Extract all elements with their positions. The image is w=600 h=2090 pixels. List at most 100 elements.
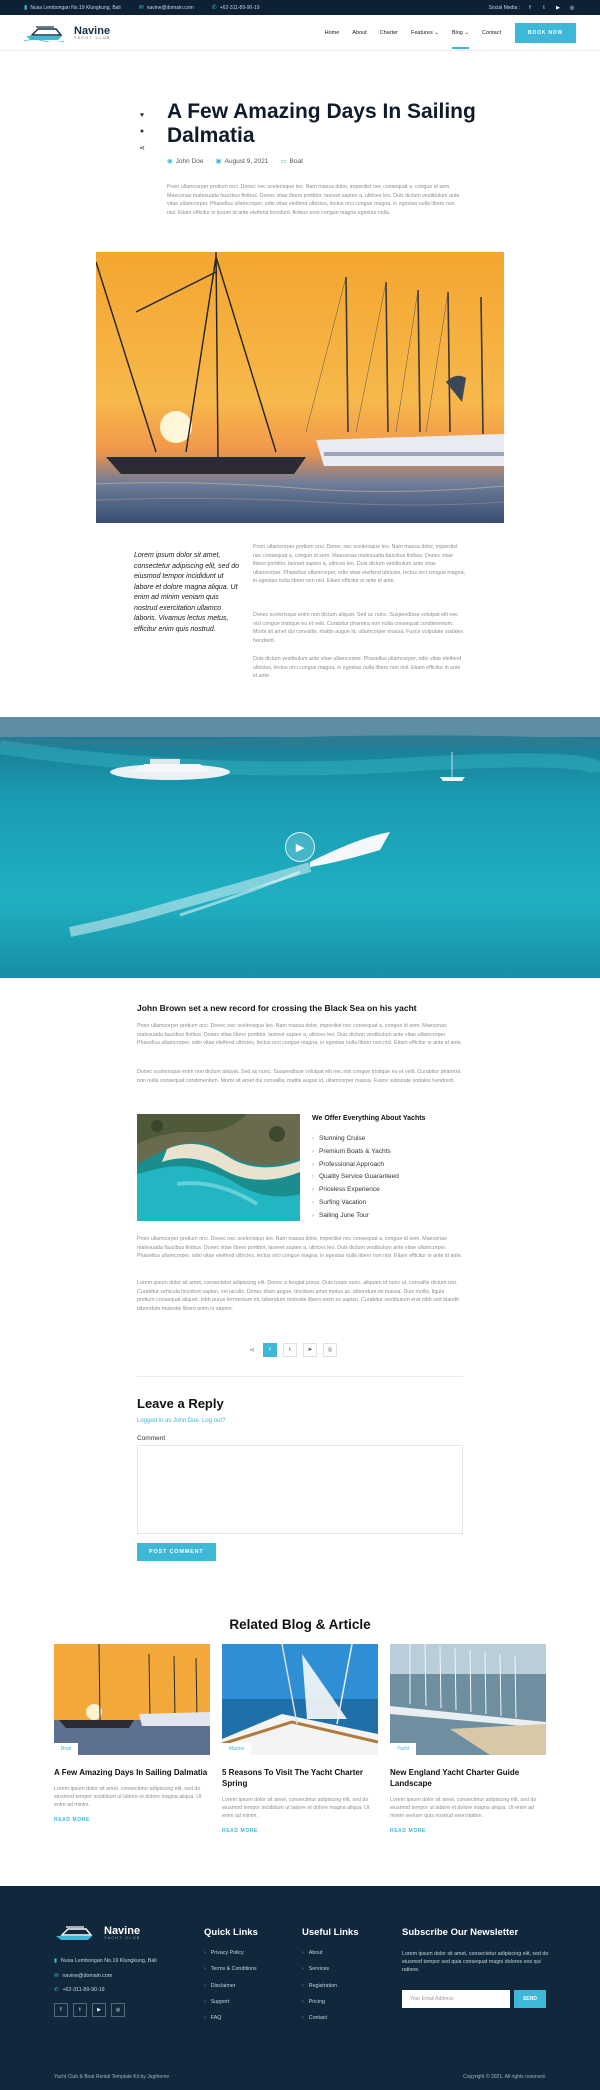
topbar-address: ▮ Nusa Lembongan No.19 Klungkung, Bali [24, 4, 121, 12]
footer-bottom: Yacht Club & Boat Rental Template Kit by… [54, 2074, 546, 2080]
card-tag[interactable]: Boat [54, 1743, 79, 1755]
footer-link[interactable]: › Contact [302, 2010, 337, 2026]
comment-textarea[interactable] [137, 1445, 463, 1534]
logo-name: Navine [104, 1925, 141, 1937]
footer-link[interactable]: › Privacy Policy [204, 1945, 257, 1961]
footer-link[interactable]: › Support [204, 1994, 257, 2010]
side-paragraph-2: Donec scelerisque enim non dictum alique… [253, 612, 464, 644]
footer-link[interactable]: › Pricing [302, 1994, 337, 2010]
footer-link[interactable]: › Disclaimer [204, 1978, 257, 1994]
youtube-icon[interactable]: ▶ [92, 2003, 106, 2017]
footer-address: Nusa Lembongan No.19 Klungkung, Bali [60, 1958, 157, 1964]
side-paragraph-1: Proin ullamcorper pretium orci. Donec ne… [253, 544, 465, 584]
card-excerpt: Lorem ipsum dolor sit amet, consectetur … [390, 1797, 537, 1819]
chevron-right-icon: › [312, 1174, 314, 1181]
useful-links-heading: Useful Links [302, 1927, 359, 1938]
logo-subtitle: YACHT CLUB [74, 35, 111, 40]
nav-about[interactable]: About [352, 30, 366, 36]
footer-phone[interactable]: +62-311-89-90-19 [62, 1987, 104, 1993]
card-image[interactable]: Yacht [390, 1644, 546, 1755]
section-paragraph-2: Donec scelerisque enim non dictum alique… [137, 1069, 461, 1084]
instagram-icon[interactable]: ◎ [111, 2003, 125, 2017]
meta-category[interactable]: ▭ Boat [280, 157, 303, 165]
reply-heading: Leave a Reply [137, 1396, 224, 1411]
card-image[interactable]: Boat [54, 1644, 210, 1755]
nav-blog[interactable]: Blog ⌄ [451, 17, 470, 49]
location-icon: ▮ [24, 5, 28, 11]
card-tag[interactable]: Yacht [390, 1743, 417, 1755]
play-icon: ▶ [295, 841, 305, 854]
heart-icon[interactable]: ♥ [140, 112, 144, 119]
card-excerpt: Lorem ipsum dolor sit amet, consectetur … [54, 1786, 202, 1808]
related-card[interactable]: Marine 5 Reasons To Visit The Yacht Char… [222, 1644, 378, 1834]
card-title[interactable]: A Few Amazing Days In Sailing Dalmatia [54, 1767, 210, 1778]
footer-link[interactable]: › Services [302, 1961, 337, 1977]
card-image[interactable]: Marine [222, 1644, 378, 1755]
card-title[interactable]: 5 Reasons To Visit The Yacht Charter Spr… [222, 1767, 378, 1789]
main-nav: Home About Charter Features ⌄ Blog ⌄ Con… [325, 17, 501, 49]
footer-email[interactable]: navine@domain.com [62, 1973, 112, 1979]
footer-social: f t ▶ ◎ [54, 2003, 125, 2017]
card-title[interactable]: New England Yacht Charter Guide Landscap… [390, 1767, 546, 1789]
topbar-social: Social Media : f t ▶ ◎ [489, 4, 576, 12]
topbar-phone[interactable]: ✆ +62-311-89-90-19 [212, 4, 260, 12]
post-comment-button[interactable]: POST COMMENT [137, 1543, 216, 1561]
quick-links: › Privacy Policy › Terms & Conditions › Dis… [204, 1945, 257, 2026]
nav-home[interactable]: Home [325, 30, 340, 36]
twitter-icon[interactable]: t [540, 4, 548, 12]
chevron-down-icon: ⌄ [434, 29, 439, 36]
twitter-share-button[interactable]: t [282, 1343, 297, 1357]
site-header: Navine YACHT CLUB Home About Charter Fea… [0, 15, 600, 51]
related-card[interactable]: Yacht New England Yacht Charter Guide La… [390, 1644, 546, 1834]
chevron-right-icon: › [312, 1136, 314, 1142]
play-button[interactable]: ▶ [285, 832, 315, 862]
facebook-icon[interactable]: f [54, 2003, 68, 2017]
chevron-right-icon: › [302, 1950, 304, 1956]
nav-charter[interactable]: Charter [380, 30, 398, 36]
useful-links: › About › Services › Registration › Pricing … [302, 1945, 337, 2026]
share-icon: ⋖ [249, 1347, 255, 1354]
facebook-share-button[interactable]: f [262, 1343, 277, 1357]
youtube-icon[interactable]: ▶ [554, 4, 562, 12]
logo-name: Navine [74, 24, 111, 37]
chevron-right-icon: › [204, 1966, 206, 1973]
read-more-link[interactable]: READ MORE [222, 1828, 378, 1834]
yacht-logo-icon [56, 1926, 93, 1940]
nav-contact[interactable]: Contact [482, 30, 501, 36]
card-excerpt: Lorem ipsum dolor sit amet, consectetur … [222, 1797, 370, 1819]
meta-date: ▣ August 9, 2021 [215, 158, 269, 165]
facebook-icon[interactable]: f [526, 4, 534, 12]
related-card[interactable]: Boat A Few Amazing Days In Sailing Dalma… [54, 1644, 210, 1823]
list-item: › Surfing Vacation [312, 1198, 367, 1206]
instagram-icon[interactable]: ◎ [568, 4, 576, 12]
footer-link[interactable]: › About [302, 1945, 337, 1961]
read-more-link[interactable]: READ MORE [54, 1817, 210, 1823]
footer-link[interactable]: › FAQ [204, 2010, 257, 2026]
footer-link[interactable]: › Terms & Conditions [204, 1961, 257, 1977]
book-now-button[interactable]: BOOK NOW [514, 22, 576, 43]
read-more-link[interactable]: READ MORE [390, 1828, 546, 1834]
chevron-right-icon: › [312, 1212, 314, 1219]
topbar-email[interactable]: ✉ navine@domain.com [138, 4, 194, 12]
meta-author[interactable]: ◉ John Doe [167, 157, 204, 165]
newsletter-heading: Subscribe Our Newsletter [402, 1927, 519, 1938]
logged-in-link[interactable]: Logged in as John Doe. Log out? [137, 1418, 225, 1424]
phone-icon: ✆ [54, 1987, 59, 1993]
mail-icon: ✉ [138, 5, 144, 11]
card-tag[interactable]: Marine [222, 1743, 252, 1755]
footer-copyright: Copyright © 2021. All rights reserved. [463, 2074, 546, 2080]
list-item: › Stunning Cruise [312, 1135, 366, 1142]
telegram-share-button[interactable]: ➤ [302, 1343, 317, 1357]
chevron-right-icon: › [312, 1161, 314, 1168]
instagram-share-button[interactable]: ◎ [322, 1343, 337, 1357]
newsletter-send-button[interactable]: SEND [514, 1990, 546, 2008]
twitter-icon[interactable]: t [73, 2003, 87, 2017]
site-logo[interactable]: Navine YACHT CLUB [24, 24, 111, 42]
comment-icon[interactable]: ● [140, 128, 144, 135]
footer-link[interactable]: › Registration [302, 1978, 337, 1994]
nav-features[interactable]: Features ⌄ [411, 30, 439, 36]
footer-logo[interactable]: Navine YACHT CLUB [54, 1924, 141, 1942]
share-icon[interactable]: ⋖ [139, 144, 145, 152]
chevron-right-icon: › [312, 1148, 314, 1155]
newsletter-email-input[interactable]: Your Email Address [402, 1990, 510, 2008]
